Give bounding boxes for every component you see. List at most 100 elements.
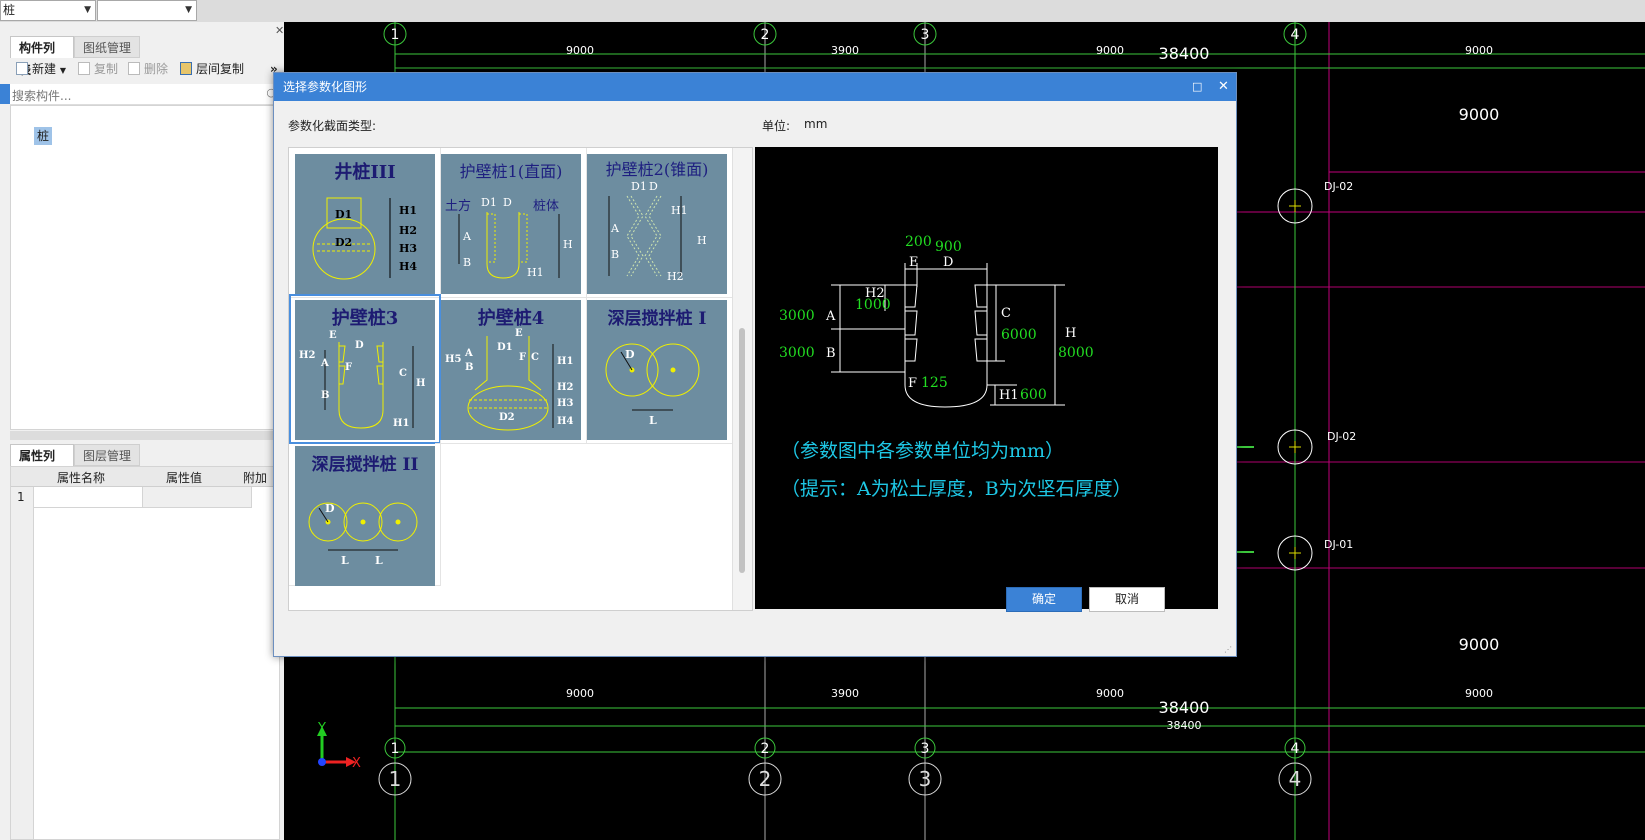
component-subtype-combo[interactable]: ▼	[97, 0, 197, 21]
chevron-down-icon: ▼	[185, 5, 192, 15]
copy-label: 复制	[94, 62, 119, 76]
shape-wall-pile-4[interactable]: 护壁桩4 E H5 A B D1 F C H1 H2 H3 H4 D2	[435, 294, 587, 444]
param-label: L	[341, 554, 349, 567]
preview-drawing: E D H2 A B C H H1 F 200 900 1000 3000 30…	[779, 234, 1132, 500]
copy-button[interactable]: 复制	[78, 58, 118, 80]
tab-property-list[interactable]: 属性列表	[10, 444, 74, 485]
preview-param-value: 6000	[1001, 327, 1037, 343]
preview-param-value: 200	[905, 234, 932, 250]
shape-thumbnail: 护壁桩3 E D H2 A F B C H H1	[295, 300, 435, 440]
property-tabs: 属性列表 图层管理	[10, 444, 280, 485]
param-label: H	[416, 378, 425, 389]
component-type-combo[interactable]: 桩 ▼	[0, 0, 96, 21]
prop-name-cell[interactable]	[34, 487, 143, 508]
param-label: D2	[335, 236, 352, 249]
param-label: B	[611, 248, 619, 261]
param-label: H5	[445, 354, 461, 365]
dim-text: 9000	[1465, 44, 1493, 57]
param-label: H4	[399, 260, 417, 273]
param-label: A	[464, 348, 473, 359]
axis-number: 3	[919, 767, 932, 791]
axis-bubbles-bottom	[384, 737, 1306, 759]
top-toolbar: 桩 ▼ ▼	[0, 0, 1645, 23]
axis-number: 1	[391, 741, 400, 757]
shape-preview: E D H2 A B C H H1 F 200 900 1000 3000 30…	[755, 147, 1218, 609]
resize-grip-icon[interactable]: ⋰	[1224, 645, 1232, 654]
shape-wall-pile-3[interactable]: 护壁桩3 E D H2 A F B C H H1	[289, 294, 441, 444]
param-label: H2	[667, 270, 684, 283]
axis-number: 2	[761, 741, 770, 757]
shape-deep-mix-pile-1[interactable]: 深层搅拌桩 I D L	[581, 294, 733, 444]
tab-drawing-manage[interactable]: 图纸管理	[74, 36, 140, 58]
preview-param-label: F	[908, 376, 917, 391]
wall-pile-2-drawing: D1 D A B H1 H H2	[608, 180, 707, 283]
dim-total-bottom-small: 38400	[1167, 719, 1202, 732]
dim-text: 9000	[1465, 687, 1493, 700]
prop-value-cell[interactable]	[143, 487, 252, 508]
dim-total-top: 38400	[1159, 44, 1210, 63]
splitter[interactable]	[10, 431, 280, 440]
ok-button[interactable]: 确定	[1006, 587, 1082, 612]
axis-number: 1	[389, 767, 402, 791]
param-label: H3	[399, 242, 417, 255]
component-tree: 桩	[10, 105, 280, 430]
axis-number: 4	[1291, 741, 1300, 757]
wall-pile-4-drawing: E H5 A B D1 F C H1 H2 H3 H4 D2	[445, 328, 573, 431]
maximize-icon[interactable]: □	[1192, 73, 1202, 101]
param-label: D1	[481, 196, 497, 209]
param-label: D	[325, 502, 335, 515]
floor-copy-button[interactable]: 层间复制	[180, 58, 244, 80]
param-label: H1	[399, 204, 417, 217]
preview-param-label: E	[909, 255, 919, 270]
param-label: D	[355, 340, 364, 351]
axis-number: 2	[759, 767, 772, 791]
dim-text: 9000	[1459, 635, 1500, 654]
param-label: D	[649, 180, 658, 193]
tab-component-list[interactable]: 构件列表	[10, 36, 74, 77]
param-label: E	[515, 328, 523, 339]
search-box[interactable]: 搜索构件... ○	[10, 84, 280, 105]
axis-number: 1	[391, 27, 400, 43]
search-input[interactable]: 搜索构件...	[12, 87, 71, 104]
close-icon[interactable]: ✕	[1218, 73, 1229, 101]
dim-text: 9000	[1096, 44, 1124, 57]
property-header: 属性名称 属性值 附加	[11, 467, 279, 487]
shape-wall-pile-1[interactable]: 护壁桩1(直面) 土方 桩体 D1 D A B H H1	[435, 148, 587, 298]
gallery-scrollbar[interactable]	[732, 148, 752, 610]
param-label: H	[697, 234, 707, 247]
axis-bubbles-top	[383, 22, 1307, 46]
shape-well-pile-3[interactable]: 井桩III D1 D2 H1 H2 H3 H4	[289, 148, 441, 298]
new-button[interactable]: 新建 ▼	[16, 58, 66, 80]
component-toolbar: 新建 ▼ 复制 删除 层间复制 »	[0, 58, 284, 82]
tree-item-pile[interactable]: 桩	[34, 127, 53, 145]
preview-param-label: B	[826, 346, 836, 361]
preview-param-value: 900	[935, 239, 962, 255]
shape-deep-mix-pile-2[interactable]: 深层搅拌桩 II D L L	[289, 440, 441, 586]
dialog-titlebar[interactable]: 选择参数化图形 □ ✕	[274, 73, 1236, 101]
param-label: H2	[557, 382, 573, 393]
tab-layer-manage[interactable]: 图层管理	[74, 444, 140, 466]
axis-labels-bottom: 1 2 3 4	[391, 741, 1300, 757]
preview-param-value: 600	[1020, 387, 1047, 403]
scrollbar-thumb[interactable]	[739, 328, 745, 573]
floor-copy-label: 层间复制	[196, 62, 245, 76]
param-label: A	[610, 222, 620, 235]
preview-param-label: H	[1065, 326, 1076, 341]
param-label: E	[329, 330, 337, 341]
axis-number: 4	[1291, 27, 1300, 43]
preview-note-hint: （提示：A为松土厚度，B为次坚石厚度）	[781, 478, 1132, 500]
row-index: 1	[17, 490, 25, 504]
dialog-title: 选择参数化图形	[283, 80, 368, 94]
pile-label: DJ-02	[1327, 430, 1356, 443]
param-label: 土方	[445, 198, 471, 214]
shape-wall-pile-2[interactable]: 护壁桩2(锥面) D1 D A B H1 H H2	[581, 148, 733, 298]
copy-icon	[78, 62, 90, 75]
well-pile-drawing: D1 D2 H1 H2 H3 H4	[312, 197, 417, 280]
cancel-button[interactable]: 取消	[1089, 587, 1165, 612]
ucs-x-label: X	[352, 756, 361, 771]
dim-text: 9000	[1096, 687, 1124, 700]
left-panel: ✕ 构件列表 图纸管理 新建 ▼ 复制 删除 层间复制 » 搜索构件... ○ …	[0, 22, 285, 840]
axis-labels-top: 1 2 3 4	[391, 27, 1300, 43]
delete-button[interactable]: 删除	[128, 58, 168, 80]
preview-param-value: 1000	[855, 297, 891, 313]
